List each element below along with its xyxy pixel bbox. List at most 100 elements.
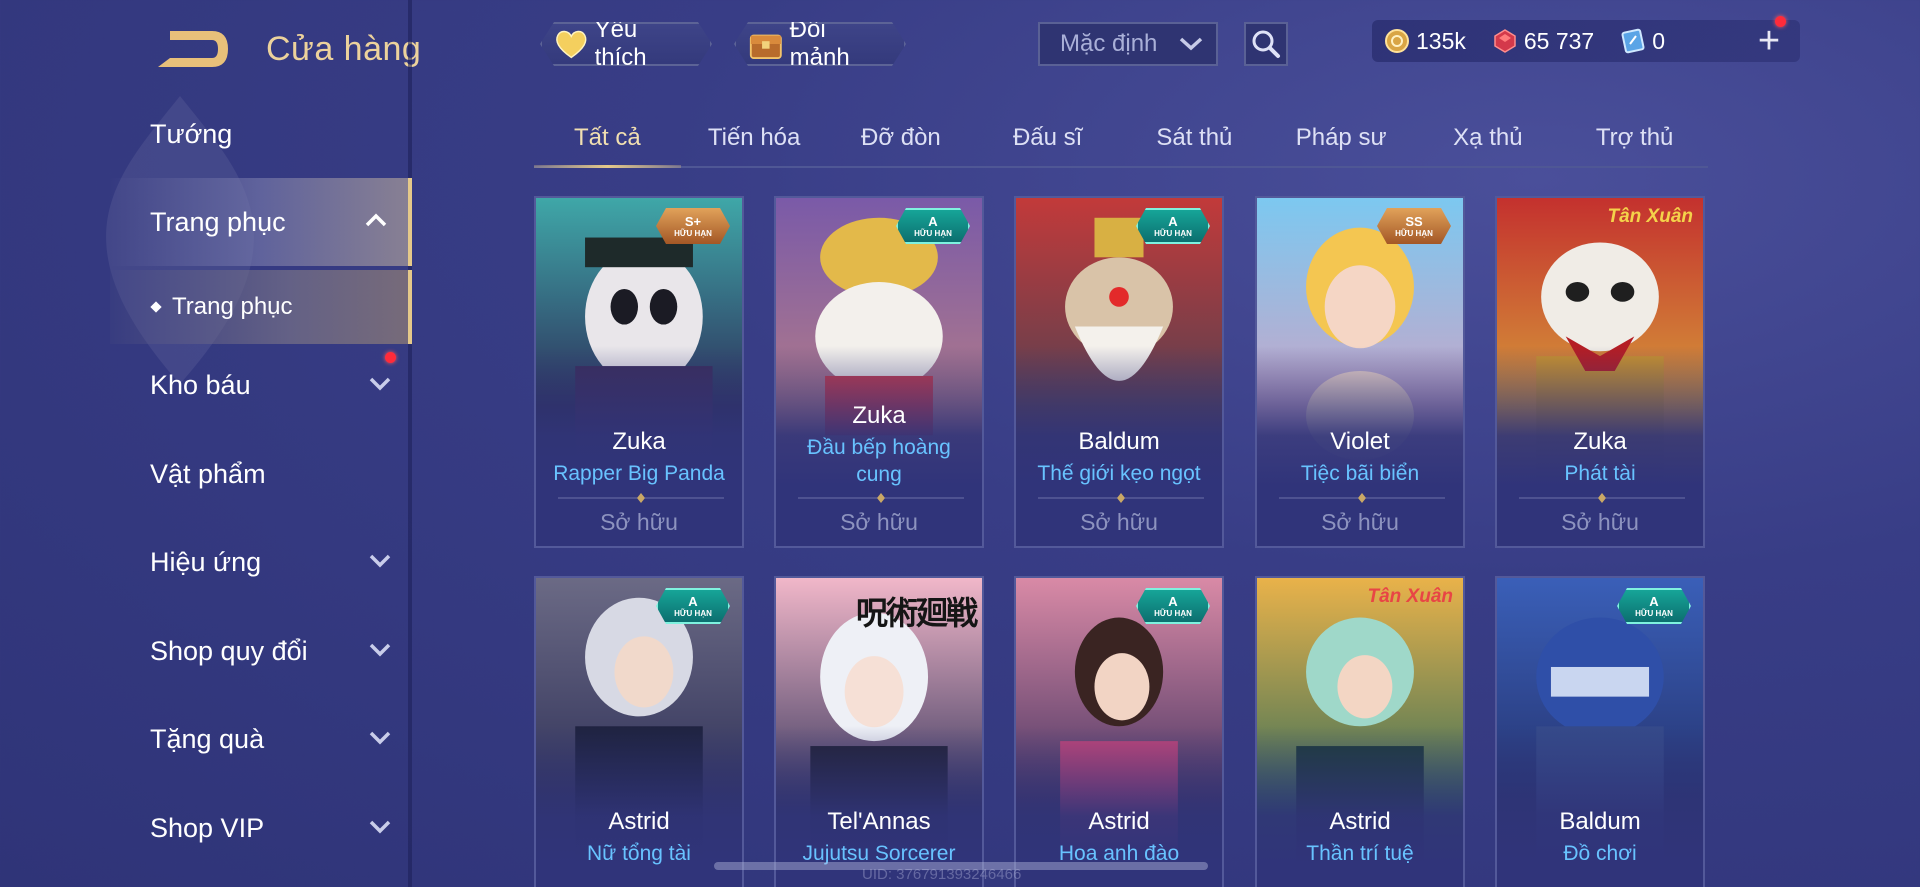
tab-mage[interactable]: Pháp sư [1268,112,1415,166]
divider-ornament-icon [798,493,964,503]
fragment-label: Đổi mảnh [789,16,850,71]
sidebar-item-label: Vật phẩm [150,458,266,489]
skin-card[interactable]: A HỮU HẠN Astrid Nữ tổng tài [534,576,744,887]
limited-badge: S+ HỮU HẠN [656,208,730,244]
owned-status: Sở hữu [840,509,918,535]
skin-grid: S+ HỮU HẠN Zuka Rapper Big Panda Sở hữu … [534,196,1708,887]
limited-badge: A HỮU HẠN [896,208,970,244]
hero-name: Zuka [1573,428,1627,455]
tab-marksman[interactable]: Xạ thủ [1415,112,1562,166]
search-icon [1252,30,1280,58]
category-tabs: Tất cả Tiến hóa Đỡ đòn Đấu sĩ Sát thủ Ph… [534,112,1708,168]
skin-card[interactable]: S+ HỮU HẠN Zuka Rapper Big Panda Sở hữu [534,196,744,548]
skin-name: Phát tài [1564,462,1636,485]
chevron-down-icon [369,377,391,391]
event-tag: Tân Xuân [1607,206,1693,227]
tab-evolution[interactable]: Tiến hóa [681,112,828,166]
skin-card[interactable]: A HỮU HẠN Astrid Hoa anh đào [1014,576,1224,887]
sidebar-item-label: Trang phục [150,206,286,237]
hero-name: Astrid [608,808,670,835]
sidebar-item-vip-shop[interactable]: Shop VIP [110,797,412,859]
sidebar-item-label: Shop quy đổi [150,635,308,666]
hero-name: Baldum [1559,808,1641,835]
search-button[interactable] [1244,22,1288,66]
skin-card[interactable]: A HỮU HẠN Baldum Thế giới kẹo ngọt Sở hữ… [1014,196,1224,548]
chevron-down-icon [1179,37,1203,51]
sidebar-item-items[interactable]: Vật phẩm [110,443,412,505]
skin-card[interactable]: Tân Xuân Astrid Thần trí tuệ [1255,576,1465,887]
skin-name: Đồ chơi [1563,842,1637,865]
limited-badge: SS HỮU HẠN [1377,208,1451,244]
sidebar-item-effects[interactable]: Hiệu ứng [110,531,412,593]
gold-coin-icon [1385,29,1409,53]
sort-value: Mặc định [1060,30,1158,57]
divider-ornament-icon [1279,493,1445,503]
fragment-exchange-button[interactable]: Đổi mảnh [734,22,906,66]
limited-badge: A HỮU HẠN [1617,588,1691,624]
voucher-card-icon [1621,28,1645,54]
sidebar-item-exchange-shop[interactable]: Shop quy đổi [110,620,412,682]
gold-amount: 135k [1416,27,1466,54]
favorite-button[interactable]: Yêu thích [540,22,712,66]
hero-name: Zuka [852,402,906,429]
skin-card[interactable]: A HỮU HẠN Zuka Đầu bếp hoàng cung Sở hữu [774,196,984,548]
chevron-down-icon [369,643,391,657]
limited-badge: A HỮU HẠN [656,588,730,624]
event-tag: 呪術廻戦 [855,594,978,632]
voucher-amount: 0 [1652,27,1666,54]
currency-bar: 135k 65 737 0 + [1372,16,1800,62]
owned-status: Sở hữu [1080,509,1158,535]
notification-dot [1775,16,1786,27]
sidebar-subitem-label: Trang phục [172,293,293,320]
owned-status: Sở hữu [1321,509,1399,535]
sidebar-item-label: Shop VIP [150,812,265,843]
hero-name: Zuka [612,428,666,455]
gold-currency: 135k [1384,28,1466,55]
tab-all[interactable]: Tất cả [534,112,681,168]
tab-assassin[interactable]: Sát thủ [1121,112,1268,166]
skin-name: Thế giới kẹo ngọt [1037,462,1201,485]
tab-tank[interactable]: Đỡ đòn [828,112,975,166]
sidebar-item-heroes[interactable]: Tướng [110,103,412,165]
uid-text: UID: 376791393246466 [862,866,1022,883]
owned-status: Sở hữu [600,509,678,535]
sidebar-item-gifts[interactable]: Tặng quà [110,708,412,770]
divider-ornament-icon [1038,493,1204,503]
chevron-down-icon [369,731,391,745]
bullet-diamond-icon [150,301,162,313]
limited-badge: A HỮU HẠN [1136,208,1210,244]
owned-status: Sở hữu [1561,509,1639,535]
skin-name: Rapper Big Panda [553,462,725,485]
sidebar: Tướng Trang phục Trang phục Kho báu Vật … [0,0,414,887]
sort-dropdown[interactable]: Mặc định [1038,22,1218,66]
notification-dot [385,352,396,363]
hero-name: Tel'Annas [827,808,931,835]
sidebar-item-treasure[interactable]: Kho báu [110,352,412,416]
add-currency-button[interactable]: + [1752,22,1786,60]
skin-card[interactable]: Tân Xuân Zuka Phát tài Sở hữu [1495,196,1705,548]
tab-support[interactable]: Trợ thủ [1561,112,1708,166]
sidebar-item-label: Tặng quà [150,723,265,754]
hero-name: Violet [1330,428,1390,455]
chevron-down-icon [369,554,391,568]
skin-card[interactable]: SS HỮU HẠN Violet Tiệc bãi biển Sở hữu [1255,196,1465,548]
skin-card[interactable]: 呪術廻戦 Tel'Annas Jujutsu Sorcerer [774,576,984,887]
ruby-gem-icon [1494,29,1516,53]
sidebar-item-skins[interactable]: Trang phục [110,178,412,266]
favorite-label: Yêu thích [594,16,647,71]
diamond-amount: 65 737 [1523,27,1595,54]
treasure-chest-icon [748,27,784,61]
sidebar-item-label: Tướng [150,118,233,149]
tab-fighter[interactable]: Đấu sĩ [974,112,1121,166]
hero-name: Baldum [1078,428,1160,455]
limited-badge: A HỮU HẠN [1136,588,1210,624]
heart-icon [554,28,589,60]
sidebar-item-label: Hiệu ứng [150,546,262,577]
event-tag: Tân Xuân [1367,586,1453,607]
skin-card[interactable]: A HỮU HẠN Baldum Đồ chơi [1495,576,1705,887]
sidebar-item-label: Kho báu [150,369,251,400]
skin-name: Thần trí tuệ [1306,842,1414,865]
chevron-up-icon [365,213,387,227]
hero-name: Astrid [1329,808,1391,835]
sidebar-subitem-skins[interactable]: Trang phục [110,270,412,344]
